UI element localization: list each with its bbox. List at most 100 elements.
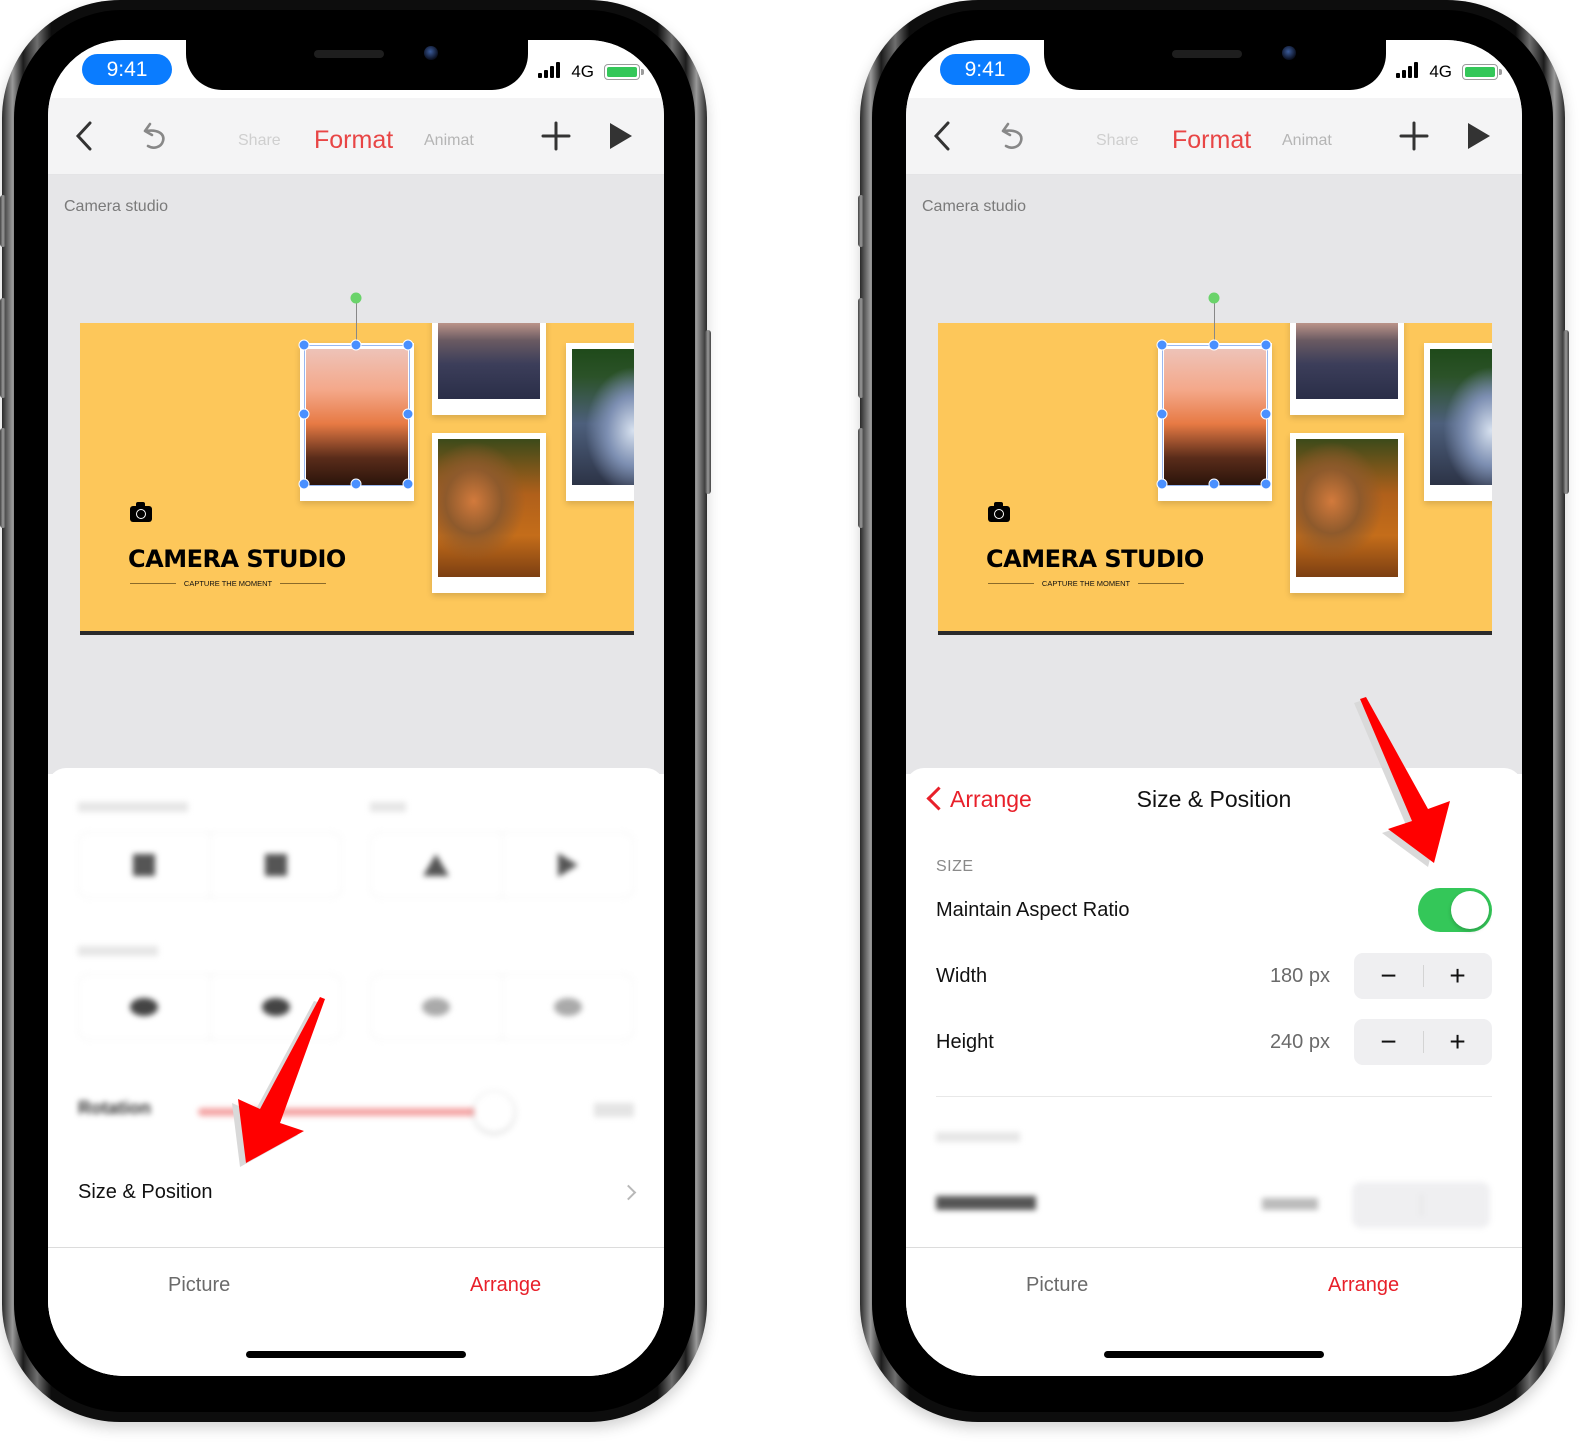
- distribute-vertical-button[interactable]: [211, 833, 342, 897]
- tab-share[interactable]: Share: [1096, 132, 1139, 150]
- layer-order-control-2[interactable]: [370, 974, 634, 1040]
- play-icon[interactable]: [608, 118, 634, 154]
- tab-animate[interactable]: Animat: [424, 132, 474, 150]
- photo-waterfall[interactable]: [566, 343, 634, 501]
- annotation-arrow: [1354, 697, 1450, 867]
- volume-down-button: [0, 428, 6, 528]
- photo-spider[interactable]: [432, 433, 546, 593]
- slide-canvas: Camera studio CAMERA STUDIO CAPTURE THE …: [48, 174, 664, 774]
- photo-mountain[interactable]: [432, 323, 546, 415]
- resize-handle-tr[interactable]: [402, 339, 414, 351]
- tab-arrange[interactable]: Arrange: [470, 1274, 541, 1297]
- play-icon[interactable]: [1466, 118, 1492, 154]
- resize-handle-t[interactable]: [1208, 339, 1220, 351]
- width-decrement-button[interactable]: −: [1354, 953, 1423, 999]
- photo-waterfall[interactable]: [1424, 343, 1492, 501]
- rotation-handle[interactable]: [350, 292, 362, 304]
- resize-handle-tl[interactable]: [1156, 339, 1168, 351]
- width-stepper[interactable]: − +: [1354, 953, 1492, 999]
- section-label-flip: [370, 802, 406, 812]
- height-increment-button[interactable]: +: [1423, 1019, 1492, 1065]
- tab-arrange[interactable]: Arrange: [1328, 1274, 1399, 1297]
- home-indicator: [246, 1351, 466, 1358]
- section-divider: [936, 1096, 1492, 1097]
- resize-handle-bl[interactable]: [1156, 478, 1168, 490]
- rotation-slider-thumb[interactable]: [474, 1092, 514, 1132]
- tab-format[interactable]: Format: [1172, 126, 1251, 155]
- bring-forward-button[interactable]: [79, 975, 211, 1039]
- width-increment-button[interactable]: +: [1423, 953, 1492, 999]
- back-icon[interactable]: [932, 118, 952, 154]
- resize-handle-tl[interactable]: [298, 339, 310, 351]
- home-indicator: [1104, 1351, 1324, 1358]
- battery-icon: [604, 64, 644, 80]
- flip-vertical-icon: [423, 854, 450, 876]
- flip-horizontal-button[interactable]: [503, 833, 634, 897]
- undo-icon[interactable]: [1000, 118, 1026, 154]
- send-to-back-button[interactable]: [503, 975, 634, 1039]
- flip-vertical-button[interactable]: [371, 833, 503, 897]
- send-backward-button[interactable]: [371, 975, 503, 1039]
- mute-switch: [0, 195, 6, 247]
- height-row: Height 240 px − +: [936, 1018, 1492, 1066]
- network-label: 4G: [571, 62, 594, 81]
- horizontal-value: [1262, 1198, 1318, 1210]
- tab-format[interactable]: Format: [314, 126, 393, 155]
- rotation-handle[interactable]: [1208, 292, 1220, 304]
- tab-animate[interactable]: Animat: [1282, 132, 1332, 150]
- height-decrement-button[interactable]: −: [1354, 1019, 1423, 1065]
- rotation-row: Rotation: [78, 1090, 634, 1132]
- mute-switch: [858, 195, 864, 247]
- resize-handle-bl[interactable]: [298, 478, 310, 490]
- add-icon[interactable]: [540, 118, 572, 154]
- maintain-aspect-toggle[interactable]: [1418, 888, 1492, 932]
- battery-icon: [1462, 64, 1502, 80]
- horizontal-label: [936, 1196, 1036, 1210]
- add-icon[interactable]: [1398, 118, 1430, 154]
- send-to-back-icon: [553, 998, 582, 1016]
- back-icon[interactable]: [74, 118, 94, 154]
- resize-handle-b[interactable]: [350, 478, 362, 490]
- document-title: Camera studio: [922, 198, 1027, 215]
- width-label: Width: [936, 964, 988, 987]
- undo-icon[interactable]: [142, 118, 168, 154]
- distribute-control[interactable]: [78, 832, 342, 898]
- rotation-label: Rotation: [78, 1098, 151, 1118]
- photo-spider[interactable]: [1290, 433, 1404, 593]
- resize-handle-t[interactable]: [350, 339, 362, 351]
- maintain-aspect-label: Maintain Aspect Ratio: [936, 898, 1130, 921]
- rotation-line: [1214, 298, 1215, 345]
- size-position-label: Size & Position: [78, 1180, 213, 1203]
- top-toolbar: Share Format Animat: [906, 98, 1522, 175]
- arrange-panel: Rotation Size & Position Picture Arrange: [48, 768, 664, 1376]
- width-value: 180 px: [1269, 964, 1330, 987]
- slide-subtitle-text: CAPTURE THE MOMENT: [1041, 579, 1131, 588]
- distribute-v-icon: [264, 854, 287, 876]
- height-stepper[interactable]: − +: [1354, 1019, 1492, 1065]
- tab-picture[interactable]: Picture: [1026, 1274, 1088, 1297]
- network-label: 4G: [1429, 62, 1452, 81]
- document-title: Camera studio: [64, 198, 169, 215]
- bottom-tab-bar: Picture Arrange: [48, 1247, 664, 1376]
- resize-handle-l[interactable]: [1156, 408, 1168, 420]
- size-position-row[interactable]: Size & Position: [78, 1176, 637, 1208]
- volume-down-button: [858, 428, 864, 528]
- distribute-horizontal-button[interactable]: [79, 833, 211, 897]
- slide-subtitle-text: CAPTURE THE MOMENT: [183, 579, 273, 588]
- resize-handle-br[interactable]: [1260, 478, 1272, 490]
- resize-handle-br[interactable]: [402, 478, 414, 490]
- flip-control[interactable]: [370, 832, 634, 898]
- horizontal-stepper[interactable]: [1352, 1182, 1490, 1228]
- resize-handle-tr[interactable]: [1260, 339, 1272, 351]
- photo-mountain[interactable]: [1290, 323, 1404, 415]
- volume-up-button: [0, 298, 6, 398]
- slide-subtitle: CAPTURE THE MOMENT: [130, 579, 327, 588]
- tab-picture[interactable]: Picture: [168, 1274, 230, 1297]
- resize-handle-l[interactable]: [298, 408, 310, 420]
- resize-handle-r[interactable]: [402, 408, 414, 420]
- height-label: Height: [936, 1030, 994, 1053]
- resize-handle-b[interactable]: [1208, 478, 1220, 490]
- tab-share[interactable]: Share: [238, 132, 281, 150]
- resize-handle-r[interactable]: [1260, 408, 1272, 420]
- rotation-line: [356, 298, 357, 345]
